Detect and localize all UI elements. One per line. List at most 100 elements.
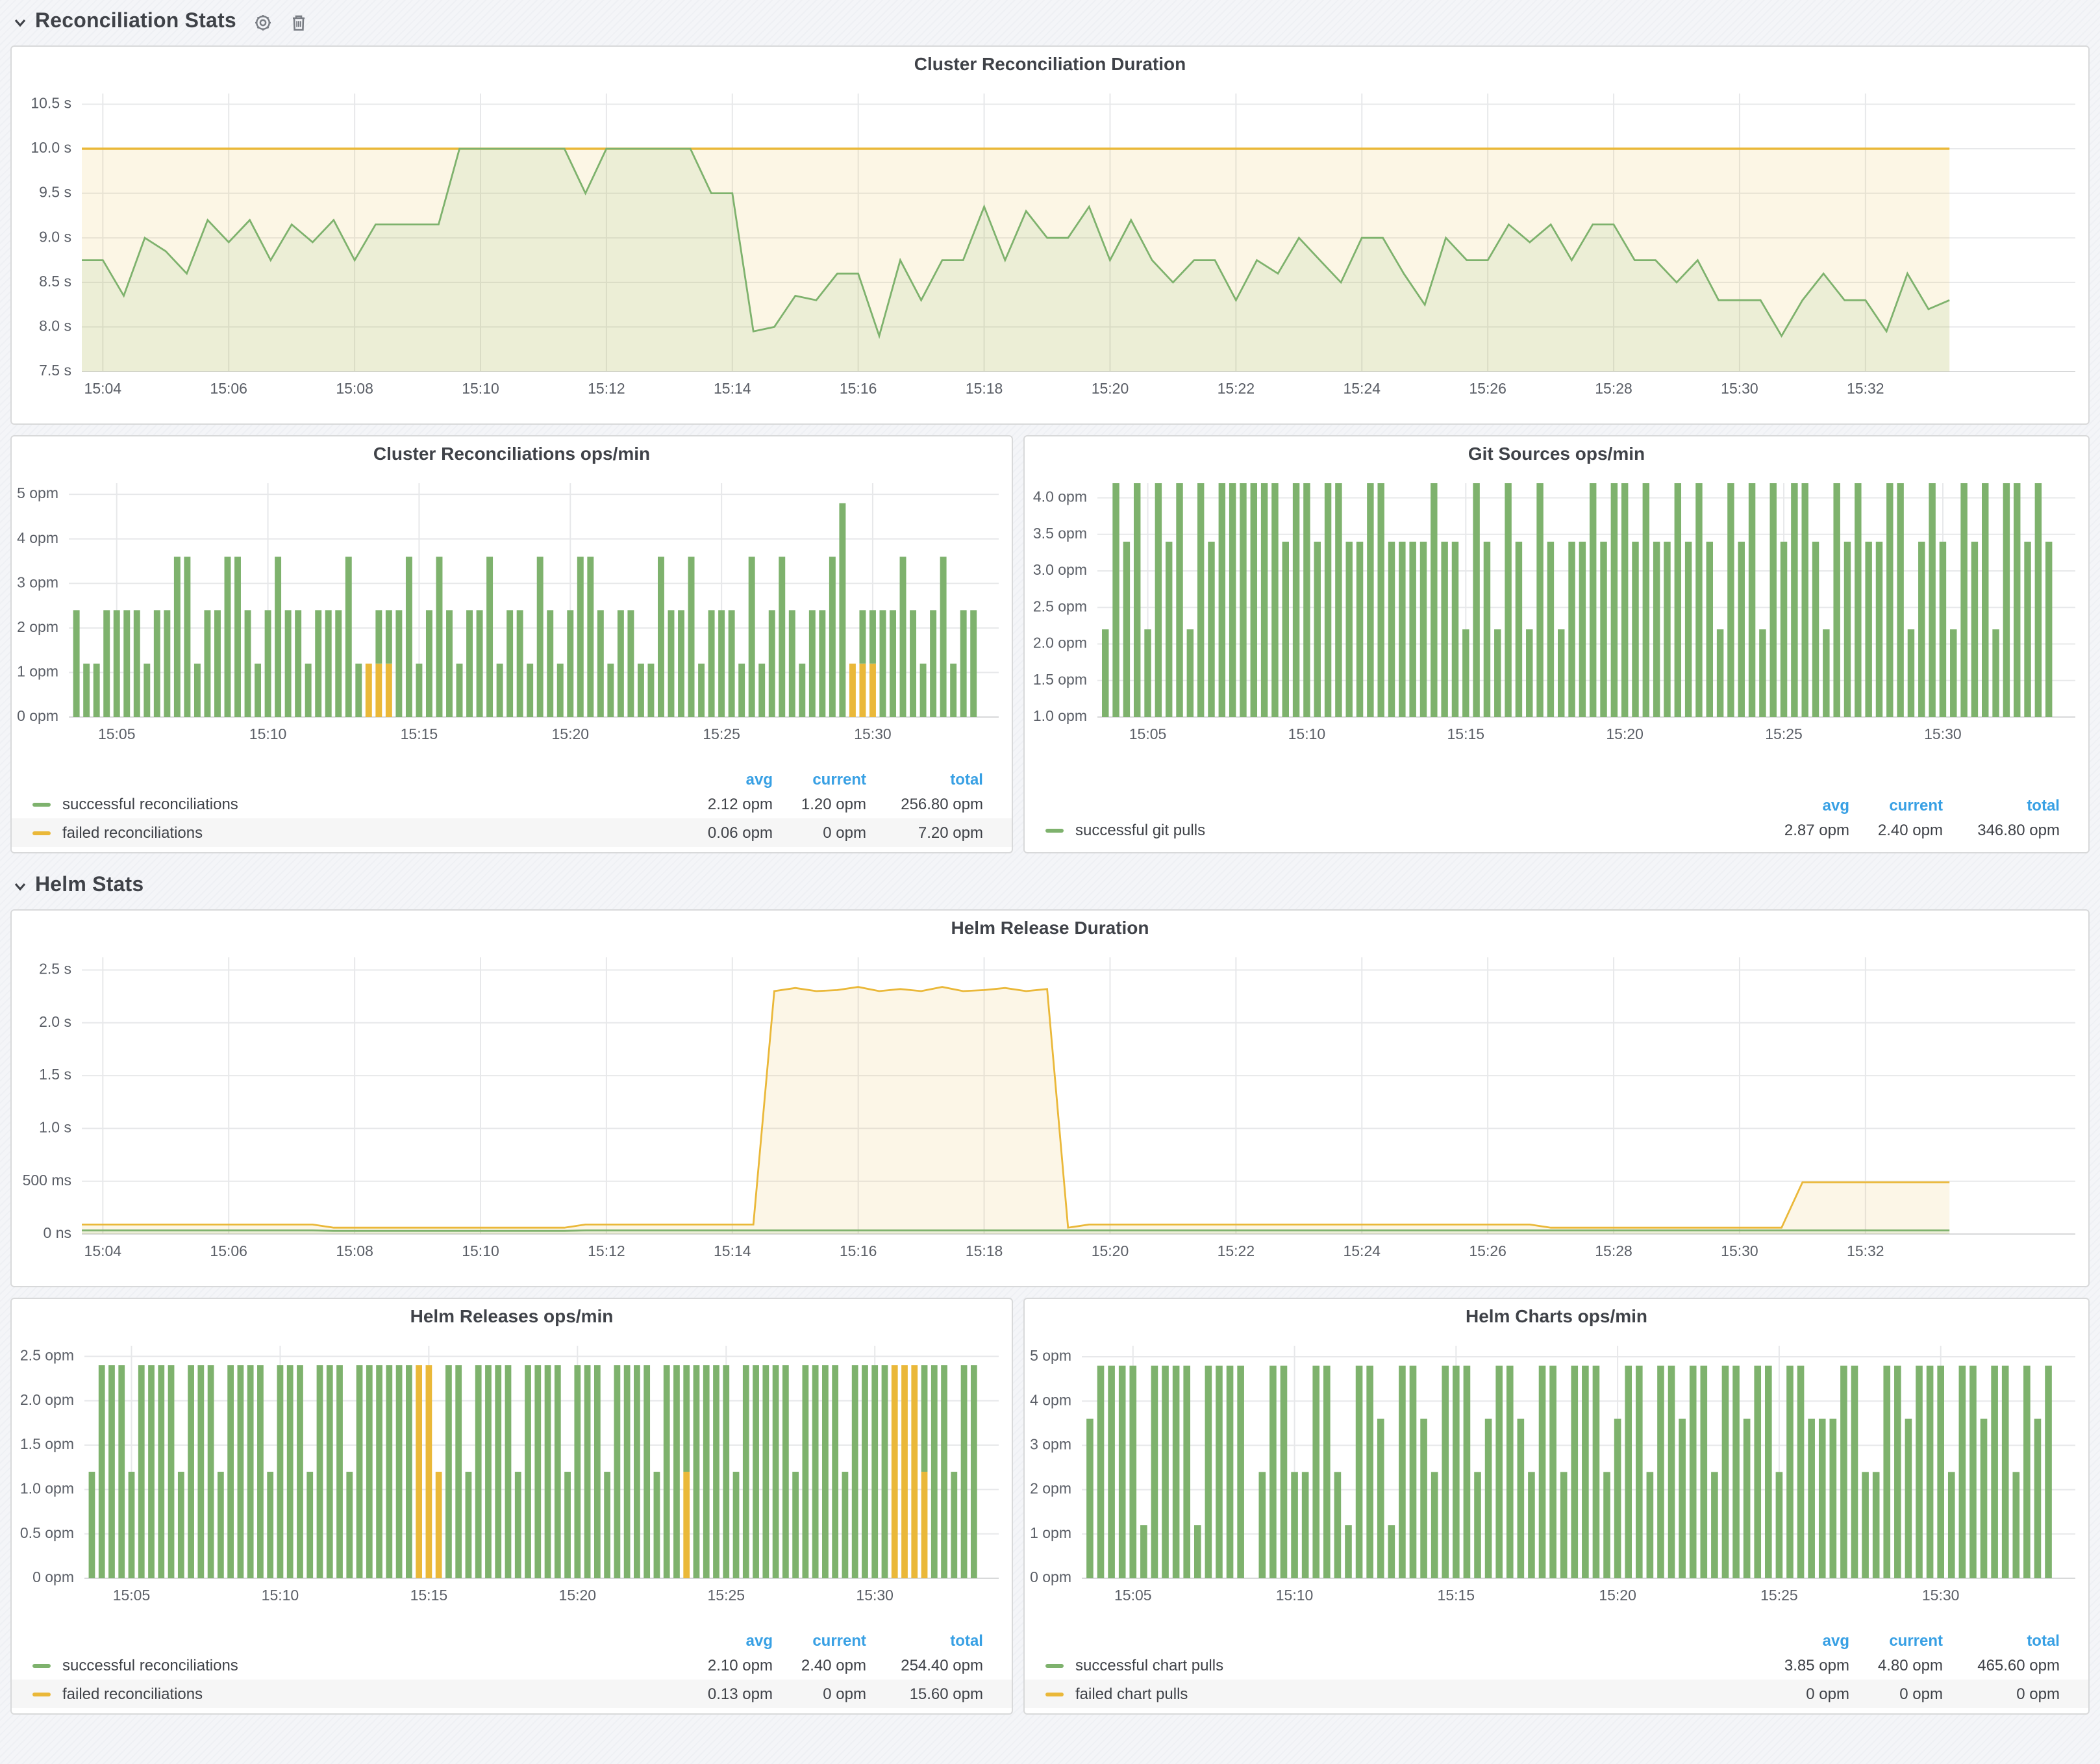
panel-title[interactable]: Helm Release Duration [12,911,2088,944]
legend-series-label[interactable]: successful reconciliations [62,1656,238,1674]
legend-series-label[interactable]: successful chart pulls [1075,1656,1223,1674]
panel-cluster-reconciliations-ops: Cluster Reconciliations ops/min 5 opm4 o… [10,435,1013,853]
trash-icon[interactable] [290,12,308,32]
legend-series-dash-icon[interactable] [1045,1663,1064,1667]
x-axis-tick-label: 15:18 [966,380,1003,397]
legend: avgcurrenttotal successful git pulls 2.87 … [1025,795,2088,852]
helm-charts-ops-chart[interactable]: 5 opm4 opm3 opm2 opm1 opm0 opm15:0515:10… [1025,1333,2088,1630]
legend-stat-value: 256.80 opm [866,795,983,813]
legend-stat-value: 2.87 opm [1756,821,1849,839]
legend: avgcurrenttotal successful reconciliation… [12,1630,1012,1715]
legend-row: failed reconciliations0.06 opm0 opm7.20 … [12,818,1012,847]
legend-column-header-avg[interactable]: avg [1756,796,1849,814]
git-sources-ops-chart[interactable]: 4.0 opm3.5 opm3.0 opm2.5 opm2.0 opm1.5 o… [1025,470,2088,769]
legend-column-header-total[interactable]: total [1943,796,2060,814]
x-axis-tick-label: 15:08 [336,1242,373,1259]
legend-header-row: avgcurrenttotal [12,769,1012,790]
chevron-down-icon[interactable] [13,879,27,893]
x-axis-tick-label: 15:15 [1447,725,1485,742]
legend-row: successful reconciliations2.12 opm1.20 o… [12,790,1012,818]
legend-column-header-current[interactable]: current [1849,796,1943,814]
x-axis-tick-label: 15:16 [840,1242,877,1259]
x-axis-tick-label: 15:10 [462,1242,499,1259]
grafana-dashboard: Reconciliation Stats Cluster Reconciliat… [0,0,2100,1764]
dashboard-row: Helm Release Duration 2.5 s2.0 s1.5 s1.0… [10,909,2090,1287]
legend-series-dash-icon[interactable] [32,831,51,835]
y-axis-tick-label: 10.5 s [31,95,71,112]
legend-series-dash-icon[interactable] [1045,1692,1064,1696]
x-axis-tick-label: 15:14 [714,380,751,397]
x-axis-tick-label: 15:32 [1847,1242,1884,1259]
y-axis-tick-label: 0.5 opm [20,1524,74,1541]
legend-series-label[interactable]: failed chart pulls [1075,1685,1188,1703]
legend-column-header-current[interactable]: current [773,770,866,788]
legend-column-header-avg[interactable]: avg [679,1632,773,1650]
legend-column-header-total[interactable]: total [866,770,983,788]
legend-series-dash-icon[interactable] [32,1663,51,1667]
x-axis-tick-label: 15:30 [1721,380,1758,397]
x-axis-tick-label: 15:20 [559,1587,597,1604]
x-axis-tick-label: 15:25 [707,1587,745,1604]
legend-header-row: avgcurrenttotal [12,1630,1012,1651]
x-axis-tick-label: 15:26 [1469,380,1506,397]
gear-icon[interactable] [253,12,273,32]
legend-column-header-avg[interactable]: avg [679,770,773,788]
chevron-down-icon[interactable] [13,15,27,29]
dashboard-row: Helm Releases ops/min 2.5 opm2.0 opm1.5 … [10,1298,2090,1715]
y-axis-tick-label: 2.0 s [39,1013,71,1030]
legend-series-label[interactable]: failed reconciliations [62,824,203,842]
cluster-reconciliation-duration-chart[interactable]: 10.5 s10.0 s9.5 s9.0 s8.5 s8.0 s7.5 s15:… [12,81,2088,423]
y-axis-tick-label: 1 opm [1030,1524,1071,1541]
x-axis-tick-label: 15:05 [98,725,136,742]
x-axis-tick-label: 15:04 [84,380,122,397]
legend-row: successful chart pulls3.85 opm4.80 opm46… [1025,1651,2088,1680]
panel-helm-charts-ops: Helm Charts ops/min 5 opm4 opm3 opm2 opm… [1023,1298,2090,1715]
x-axis-tick-label: 15:04 [84,1242,122,1259]
panel-title[interactable]: Helm Charts ops/min [1025,1299,2088,1333]
panel-helm-release-duration: Helm Release Duration 2.5 s2.0 s1.5 s1.0… [10,909,2090,1287]
legend-column-header-avg[interactable]: avg [1756,1632,1849,1650]
y-axis-tick-label: 1.0 s [39,1118,71,1135]
legend-column-header-current[interactable]: current [773,1632,866,1650]
legend-label-zone: successful git pulls [1045,821,1756,839]
panel-title[interactable]: Git Sources ops/min [1025,436,2088,470]
legend-series-dash-icon[interactable] [1045,828,1064,832]
panel-title[interactable]: Cluster Reconciliations ops/min [12,436,1012,470]
x-axis-tick-label: 15:10 [262,1587,299,1604]
y-axis-tick-label: 2.5 opm [1033,598,1087,614]
dashboard-row: Cluster Reconciliations ops/min 5 opm4 o… [10,435,2090,853]
legend-stat-value: 2.10 opm [679,1656,773,1674]
legend-series-dash-icon[interactable] [32,802,51,806]
legend-header-row: avgcurrenttotal [1025,795,2088,816]
y-axis-tick-label: 1.5 opm [20,1435,74,1452]
legend-column-header-total[interactable]: total [866,1632,983,1650]
y-axis-tick-label: 7.5 s [39,362,71,379]
legend-column-header-current[interactable]: current [1849,1632,1943,1650]
x-axis-tick-label: 15:06 [210,1242,247,1259]
y-axis-tick-label: 1.5 s [39,1066,71,1083]
x-axis-tick-label: 15:30 [1721,1242,1758,1259]
panel-title[interactable]: Helm Releases ops/min [12,1299,1012,1333]
legend-series-dash-icon[interactable] [32,1692,51,1696]
x-axis-tick-label: 15:05 [1129,725,1167,742]
legend-series-label[interactable]: failed reconciliations [62,1685,203,1703]
section-title[interactable]: Helm Stats [35,874,144,898]
x-axis-tick-label: 15:06 [210,380,247,397]
legend-stat-value: 0 opm [773,824,866,842]
panel-title[interactable]: Cluster Reconciliation Duration [12,47,2088,81]
helm-releases-ops-chart[interactable]: 2.5 opm2.0 opm1.5 opm1.0 opm0.5 opm0 opm… [12,1333,1012,1630]
y-axis-tick-label: 0 ns [44,1224,71,1241]
y-axis-tick-label: 5 opm [1030,1347,1071,1364]
legend-stat-value: 7.20 opm [866,824,983,842]
legend-label-zone: failed reconciliations [32,1685,679,1703]
x-axis-tick-label: 15:30 [854,725,892,742]
helm-release-duration-chart[interactable]: 2.5 s2.0 s1.5 s1.0 s500 ms0 ns15:0415:06… [12,944,2088,1286]
x-axis-tick-label: 15:05 [1114,1587,1152,1604]
legend-row: successful git pulls2.87 opm2.40 opm346.… [1025,816,2088,844]
cluster-reconciliations-ops-chart[interactable]: 5 opm4 opm3 opm2 opm1 opm0 opm15:0515:10… [12,470,1012,769]
legend-series-label[interactable]: successful git pulls [1075,821,1205,839]
section-title[interactable]: Reconciliation Stats [35,10,236,34]
legend-series-label[interactable]: successful reconciliations [62,795,238,813]
legend-stat-value: 0 opm [1756,1685,1849,1703]
legend-column-header-total[interactable]: total [1943,1632,2060,1650]
